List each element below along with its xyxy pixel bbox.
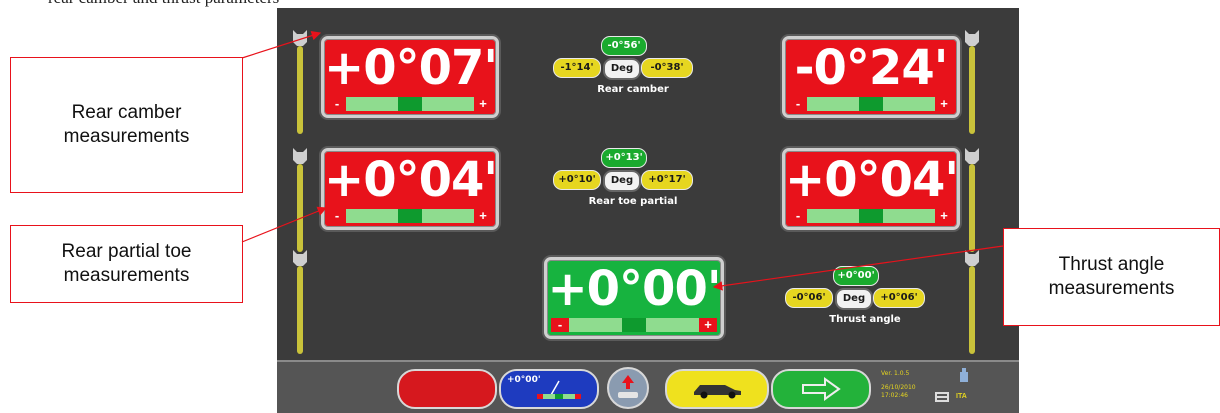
wrench-icon bbox=[965, 30, 979, 134]
callout-line: Rear camber bbox=[71, 102, 182, 123]
callout-line: Thrust angle bbox=[1058, 254, 1165, 275]
alignment-screen: +0°07' - + -0°24' - + +0°04' - + +0°04' … bbox=[277, 8, 1019, 413]
red-button[interactable] bbox=[397, 369, 497, 409]
rear-camber-left-value: +0°07' bbox=[324, 40, 498, 96]
minus-sign: - bbox=[328, 97, 346, 111]
scale-center bbox=[398, 97, 422, 111]
unit-toggle[interactable]: Deg bbox=[603, 58, 641, 80]
plus-sign: + bbox=[474, 97, 492, 111]
min-value: -1°14' bbox=[553, 58, 601, 78]
tolerance-scale: - + bbox=[789, 209, 953, 223]
rear-toe-partial-tolerance: +0°13' +0°10' Deg +0°17' Rear toe partia… bbox=[553, 148, 713, 220]
max-value: -0°38' bbox=[641, 58, 693, 78]
wrench-icon bbox=[965, 148, 979, 252]
car-icon bbox=[694, 385, 741, 399]
date-text: 26/10/2010 bbox=[881, 384, 916, 391]
rear-toe-right-value: +0°04' bbox=[785, 152, 959, 208]
wrench-icon bbox=[965, 250, 979, 354]
rear-camber-right-value: -0°24' bbox=[794, 40, 949, 96]
rear-toe-right-display: +0°04' - + bbox=[782, 148, 960, 230]
thrust-angle-display: +0°00' - + bbox=[544, 257, 724, 339]
nominal-value: +0°00' bbox=[833, 266, 879, 286]
thrust-angle-tolerance: +0°00' -0°06' Deg +0°06' Thrust angle bbox=[785, 266, 945, 338]
nominal-value: -0°56' bbox=[601, 36, 647, 56]
rear-camber-right-display: -0°24' - + bbox=[782, 36, 960, 118]
nominal-value: +0°13' bbox=[601, 148, 647, 168]
rear-camber-label: Rear camber bbox=[597, 84, 669, 95]
rear-toe-left-value: +0°04' bbox=[324, 152, 498, 208]
language-indicator[interactable]: ITA bbox=[956, 393, 967, 400]
vehicle-button[interactable] bbox=[665, 369, 769, 409]
minus-sign: - bbox=[789, 97, 807, 111]
rear-partial-toe-callout: Rear partial toe measurements bbox=[10, 225, 243, 303]
tolerance-scale: - + bbox=[328, 209, 492, 223]
min-value: +0°10' bbox=[553, 170, 601, 190]
min-value: -0°06' bbox=[785, 288, 833, 308]
scale-center bbox=[622, 318, 646, 332]
wrench-icon bbox=[293, 30, 307, 134]
rear-toe-partial-label: Rear toe partial bbox=[588, 196, 678, 207]
keyboard-icon[interactable] bbox=[935, 392, 949, 402]
minus-sign: - bbox=[789, 209, 807, 223]
thrust-angle-callout: Thrust angle measurements bbox=[1003, 228, 1220, 326]
plus-sign: + bbox=[935, 97, 953, 111]
version-text: Ver. 1.0.5 bbox=[881, 370, 910, 377]
scale-center bbox=[398, 209, 422, 223]
minus-sign: - bbox=[551, 318, 569, 332]
rear-toe-left-display: +0°04' - + bbox=[321, 148, 499, 230]
unit-toggle[interactable]: Deg bbox=[835, 288, 873, 310]
time-text: 17:02:46 bbox=[881, 392, 908, 399]
tolerance-scale: - + bbox=[789, 97, 953, 111]
max-value: +0°06' bbox=[873, 288, 925, 308]
sensor-icon bbox=[960, 368, 968, 382]
plus-sign: + bbox=[935, 209, 953, 223]
thrust-angle-value: +0°00' bbox=[547, 261, 721, 317]
plus-sign: + bbox=[699, 318, 717, 332]
callout-line: measurements bbox=[1048, 278, 1175, 299]
arrow-right-icon bbox=[802, 377, 841, 401]
thrust-angle-label: Thrust angle bbox=[829, 314, 901, 325]
next-button[interactable] bbox=[771, 369, 871, 409]
callout-line: Rear partial toe bbox=[61, 241, 192, 262]
wrench-icon bbox=[293, 148, 307, 252]
minus-sign: - bbox=[328, 209, 346, 223]
bottom-toolbar: +0°00' Ver. 1.0.5 26/10/2010 17:02:46 IT… bbox=[277, 360, 1019, 413]
slash-scale-icon bbox=[537, 380, 581, 399]
max-value: +0°17' bbox=[641, 170, 693, 190]
rear-camber-callout: Rear camber measurements bbox=[10, 57, 243, 193]
wrench-icon bbox=[293, 250, 307, 354]
vehicle-lift-button[interactable] bbox=[607, 367, 649, 409]
tolerance-scale: - + bbox=[328, 97, 492, 111]
callout-line: measurements bbox=[63, 126, 190, 147]
scale-center bbox=[859, 209, 883, 223]
rear-camber-tolerance: -0°56' -1°14' Deg -0°38' Rear camber bbox=[553, 36, 713, 108]
rear-camber-left-display: +0°07' - + bbox=[321, 36, 499, 118]
zero-button[interactable]: +0°00' bbox=[499, 369, 599, 409]
lift-arrow-icon bbox=[618, 375, 638, 398]
unit-toggle[interactable]: Deg bbox=[603, 170, 641, 192]
plus-sign: + bbox=[474, 209, 492, 223]
tolerance-scale: - + bbox=[551, 318, 717, 332]
scale-center bbox=[859, 97, 883, 111]
callout-line: measurements bbox=[63, 265, 190, 286]
caption-fragment: rear camber and thrust parameters bbox=[48, 0, 279, 8]
